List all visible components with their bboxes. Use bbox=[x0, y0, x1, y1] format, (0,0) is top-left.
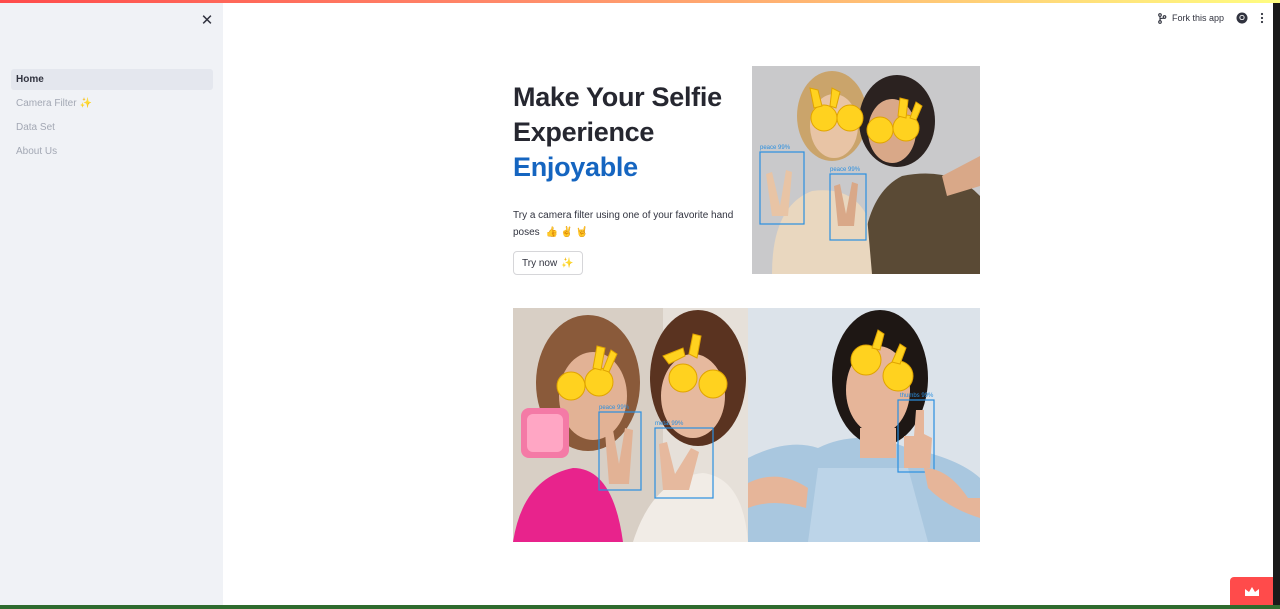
sidebar-item-label: Data Set bbox=[16, 122, 55, 133]
detection-label: peace 99% bbox=[599, 405, 630, 411]
app-toolbar: Fork this app bbox=[1157, 12, 1264, 24]
hero-description: Try a camera filter using one of your fa… bbox=[513, 207, 741, 241]
window-edge bbox=[1273, 0, 1280, 609]
page-title: Make Your Selfie Experience Enjoyable bbox=[513, 80, 743, 185]
title-line-2: Experience bbox=[513, 117, 655, 147]
hero-heading: Make Your Selfie Experience Enjoyable bbox=[513, 80, 743, 185]
more-vertical-icon[interactable] bbox=[1260, 12, 1264, 24]
sidebar-item-camera-filter[interactable]: Camera Filter ✨ bbox=[11, 93, 213, 114]
sparkle-icon: ✨ bbox=[561, 257, 574, 269]
title-accent: Enjoyable bbox=[513, 152, 638, 182]
sidebar-item-data-set[interactable]: Data Set bbox=[11, 117, 213, 138]
sample-photo-two-friends: peace 99% peace 99% bbox=[752, 66, 980, 274]
detection-label: peace 99% bbox=[830, 167, 861, 173]
sidebar-item-label: Home bbox=[16, 74, 44, 85]
fork-app-button[interactable]: Fork this app bbox=[1157, 12, 1224, 24]
sidebar: ✕ Home Camera Filter ✨ Data Set About Us bbox=[0, 0, 223, 609]
sidebar-item-about-us[interactable]: About Us bbox=[11, 141, 213, 162]
sidebar-item-home[interactable]: Home bbox=[11, 69, 213, 90]
close-icon[interactable]: ✕ bbox=[198, 12, 216, 30]
detection-label: metal 99% bbox=[655, 421, 684, 427]
sidebar-nav: Home Camera Filter ✨ Data Set About Us bbox=[11, 69, 213, 165]
sample-photo-thumbs-up: thumbs 99% bbox=[748, 308, 980, 542]
github-icon[interactable] bbox=[1236, 12, 1248, 24]
detection-label: thumbs 99% bbox=[900, 393, 934, 399]
try-now-label: Try now bbox=[522, 257, 558, 269]
detection-label: peace 99% bbox=[760, 145, 791, 151]
try-now-button[interactable]: Try now ✨ bbox=[513, 251, 583, 275]
sidebar-item-label: Camera Filter bbox=[16, 98, 77, 109]
hand-pose-emojis: 👍 ✌️ 🤘 bbox=[545, 227, 589, 238]
fork-label: Fork this app bbox=[1171, 13, 1224, 23]
title-line-1: Make Your Selfie bbox=[513, 82, 722, 112]
window-bottom-edge bbox=[0, 605, 1280, 609]
sidebar-item-label: About Us bbox=[16, 146, 58, 157]
sample-photo-selfie-phone: peace 99% metal 99% bbox=[513, 308, 748, 542]
top-decoration-bar bbox=[0, 0, 1280, 3]
crown-icon[interactable] bbox=[1230, 577, 1273, 605]
fork-icon bbox=[1157, 12, 1167, 24]
sparkle-icon: ✨ bbox=[79, 98, 93, 109]
